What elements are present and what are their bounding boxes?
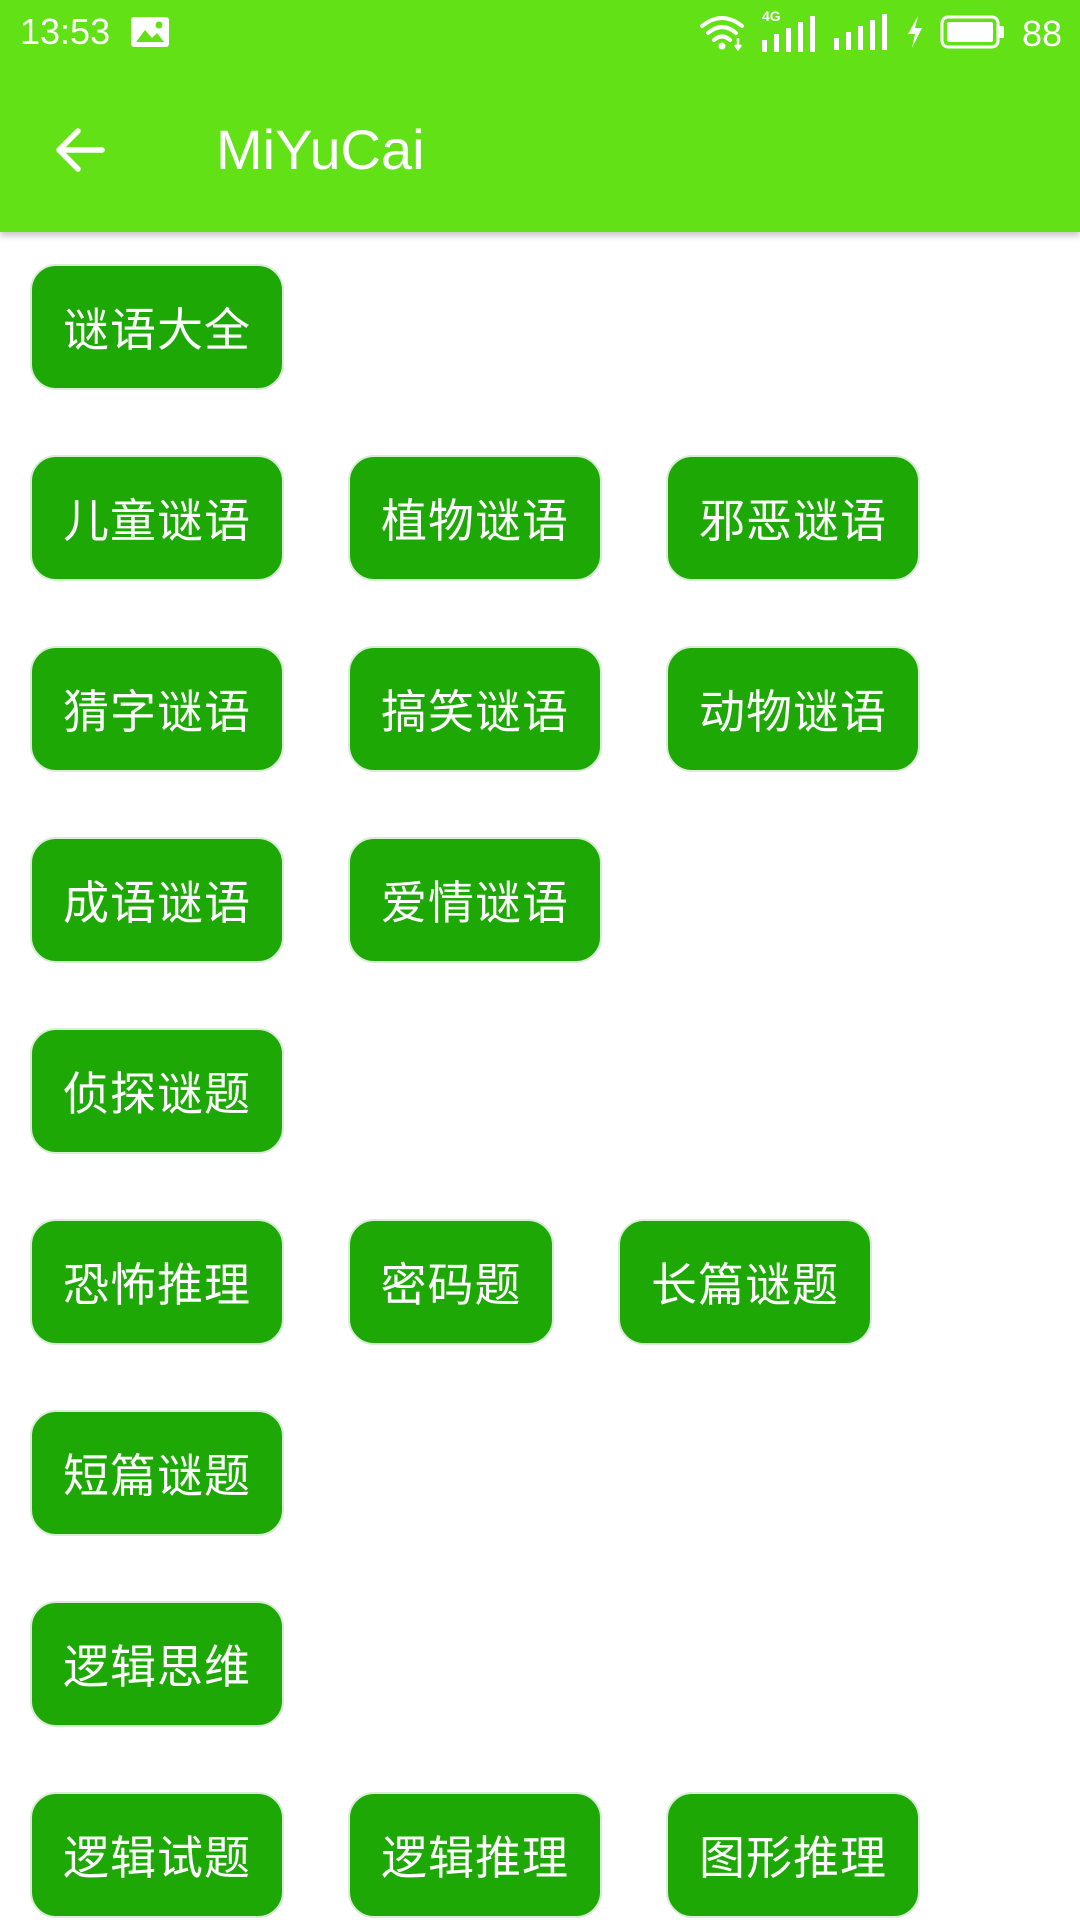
category-button[interactable]: 邪恶谜语 <box>666 455 920 581</box>
signal-4g-icon: 4G <box>760 8 818 54</box>
signal-icon <box>832 12 890 56</box>
status-time: 13:53 <box>20 11 111 52</box>
image-icon <box>130 16 170 48</box>
category-button[interactable]: 动物谜语 <box>666 646 920 772</box>
category-button[interactable]: 短篇谜题 <box>30 1410 284 1536</box>
back-button[interactable] <box>50 120 110 180</box>
category-list: 谜语大全 儿童谜语 植物谜语 邪恶谜语 猜字谜语 搞笑谜语 动物谜语 成语谜语 … <box>0 232 1080 1920</box>
category-button[interactable]: 植物谜语 <box>348 455 602 581</box>
app-bar: MiYuCai <box>0 66 1080 232</box>
category-button[interactable]: 侦探谜题 <box>30 1028 284 1154</box>
battery-icon <box>940 14 1006 54</box>
category-button[interactable]: 逻辑思维 <box>30 1601 284 1727</box>
category-button[interactable]: 爱情谜语 <box>348 837 602 963</box>
status-bar: 13:53 4G 88 <box>0 0 1080 66</box>
category-button[interactable]: 搞笑谜语 <box>348 646 602 772</box>
category-button[interactable]: 逻辑推理 <box>348 1792 602 1918</box>
wifi-icon <box>698 12 746 56</box>
charging-icon <box>904 14 926 54</box>
category-button[interactable]: 谜语大全 <box>30 264 284 390</box>
category-button[interactable]: 密码题 <box>348 1219 554 1345</box>
battery-level: 88 <box>1021 13 1062 54</box>
category-button[interactable]: 儿童谜语 <box>30 455 284 581</box>
category-button[interactable]: 逻辑试题 <box>30 1792 284 1918</box>
arrow-left-icon <box>56 128 105 172</box>
app-title: MiYuCai <box>216 118 425 181</box>
category-button[interactable]: 猜字谜语 <box>30 646 284 772</box>
category-button[interactable]: 长篇谜题 <box>618 1219 872 1345</box>
category-button[interactable]: 成语谜语 <box>30 837 284 963</box>
category-button[interactable]: 图形推理 <box>666 1792 920 1918</box>
app-header: 13:53 4G 88 MiYuCai <box>0 0 1080 232</box>
category-button[interactable]: 恐怖推理 <box>30 1219 284 1345</box>
status-icons: 4G 88 <box>698 8 1062 56</box>
